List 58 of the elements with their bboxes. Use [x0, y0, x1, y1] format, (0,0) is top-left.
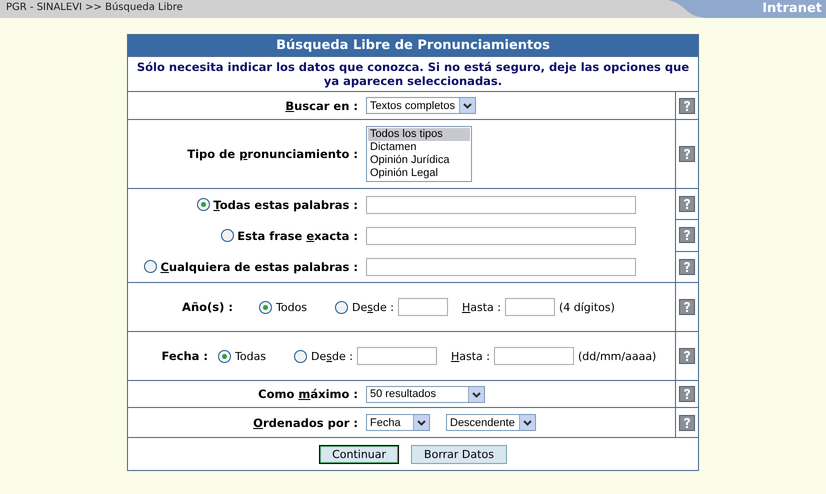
dropdown[interactable]: Fecha — [366, 414, 430, 431]
help-icon[interactable] — [679, 299, 695, 315]
list-option[interactable]: Todos los tipos — [368, 128, 470, 141]
radio-button[interactable] — [144, 260, 158, 273]
to-field[interactable] — [494, 347, 574, 365]
text-field[interactable] — [366, 258, 636, 276]
radio-button[interactable] — [197, 198, 210, 211]
form-button[interactable]: Borrar Datos — [411, 444, 507, 464]
type-listbox[interactable]: Todos los tipos Dictamen Opinión Jurídica Opinión Legal — [366, 126, 472, 182]
field-label: Cualquiera de estas palabras : — [160, 260, 358, 274]
dropdown[interactable]: 50 resultados — [366, 386, 485, 402]
from-field[interactable] — [356, 347, 437, 365]
field-label: Tipo de pronunciamiento : — [187, 147, 358, 161]
help-icon[interactable] — [679, 146, 695, 162]
option-label: Desde : — [311, 350, 353, 362]
intro-text: Sólo necesita indicar los datos que conozca. Si no está seguro, deje las opciones que ya aparecen seleccionadas. — [128, 56, 698, 92]
help-icon[interactable] — [679, 258, 695, 275]
dropdown[interactable]: Descendente — [446, 414, 536, 431]
option-label: Todas — [235, 350, 266, 362]
radio-button[interactable] — [294, 350, 308, 362]
to-field[interactable] — [504, 298, 555, 316]
list-option[interactable]: Opinión Legal — [368, 167, 470, 180]
option-label: Desde : — [352, 300, 394, 314]
list-option[interactable]: Dictamen — [368, 141, 470, 154]
format-hint: (4 dígitos) — [558, 300, 615, 314]
help-icon[interactable] — [679, 196, 695, 212]
dropdown[interactable]: Textos completos — [366, 97, 476, 114]
text-field[interactable] — [366, 196, 636, 214]
field-label: Buscar en : — [285, 98, 358, 112]
field-label: Como máximo : — [258, 387, 358, 401]
field-label: Esta frase exacta : — [237, 228, 358, 242]
field-label: Año(s) : — [182, 300, 233, 314]
field-label: Fecha : — [161, 349, 208, 363]
help-icon[interactable] — [679, 386, 695, 402]
help-icon[interactable] — [679, 348, 695, 364]
help-icon[interactable] — [679, 227, 695, 244]
option-label: Hasta : — [462, 300, 501, 314]
format-hint: (dd/mm/aaaa) — [578, 350, 656, 362]
caret-icon[interactable] — [413, 415, 429, 430]
radio-button[interactable] — [335, 300, 348, 314]
from-field[interactable] — [398, 298, 448, 316]
radio-button[interactable] — [259, 300, 272, 314]
caret-icon[interactable] — [519, 415, 535, 430]
field-label: Todas estas palabras : — [213, 198, 358, 212]
breadcrumb: PGR - SINALEVI >> Búsqueda Libre — [5, 1, 184, 15]
radio-button[interactable] — [221, 229, 234, 242]
list-option[interactable]: Opinión Jurídica — [368, 154, 470, 167]
form-button[interactable]: Continuar — [319, 444, 400, 464]
text-field[interactable] — [366, 226, 636, 244]
field-label: Ordenados por : — [253, 416, 358, 430]
caret-icon[interactable] — [459, 98, 475, 113]
option-label: Hasta : — [450, 350, 490, 362]
form-title: Búsqueda Libre de Pronunciamientos — [128, 34, 698, 56]
help-icon[interactable] — [679, 414, 695, 430]
caret-icon[interactable] — [468, 386, 484, 402]
help-icon[interactable] — [679, 98, 695, 114]
option-label: Todos — [276, 300, 308, 314]
radio-button[interactable] — [218, 350, 231, 362]
